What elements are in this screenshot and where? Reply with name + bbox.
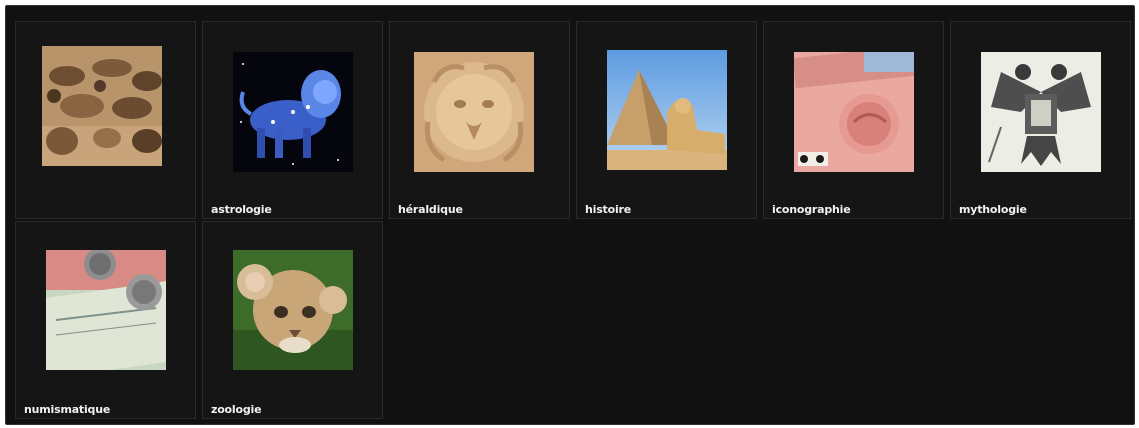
gallery-panel: astrologie héraldique histoire iconograp… — [5, 5, 1135, 425]
gallery-tile-untitled[interactable] — [15, 21, 196, 219]
gallery-tile-astrologie[interactable]: astrologie — [202, 21, 383, 219]
tile-label: astrologie — [211, 203, 272, 216]
tile-label: iconographie — [772, 203, 851, 216]
tile-label: histoire — [585, 203, 632, 216]
lion-cub-image — [233, 250, 353, 370]
sphinx-pyramid-image — [607, 50, 727, 170]
sea-lions-image — [42, 46, 162, 166]
gallery-tile-heraldique[interactable]: héraldique — [389, 21, 570, 219]
gallery-tile-iconographie[interactable]: iconographie — [763, 21, 944, 219]
tile-label: héraldique — [398, 203, 463, 216]
zodiac-lion-image — [233, 52, 353, 172]
gallery-tile-numismatique[interactable]: numismatique — [15, 221, 196, 419]
carved-lion-head-image — [414, 52, 534, 172]
banknote-lion-image — [794, 52, 914, 172]
double-headed-eagle-image — [981, 52, 1101, 172]
coins-banknotes-image — [46, 250, 166, 370]
gallery-tile-histoire[interactable]: histoire — [576, 21, 757, 219]
tile-label: zoologie — [211, 403, 262, 416]
gallery-tile-mythologie[interactable]: mythologie — [950, 21, 1131, 219]
tile-label: mythologie — [959, 203, 1027, 216]
gallery-tile-zoologie[interactable]: zoologie — [202, 221, 383, 419]
tile-label: numismatique — [24, 403, 111, 416]
